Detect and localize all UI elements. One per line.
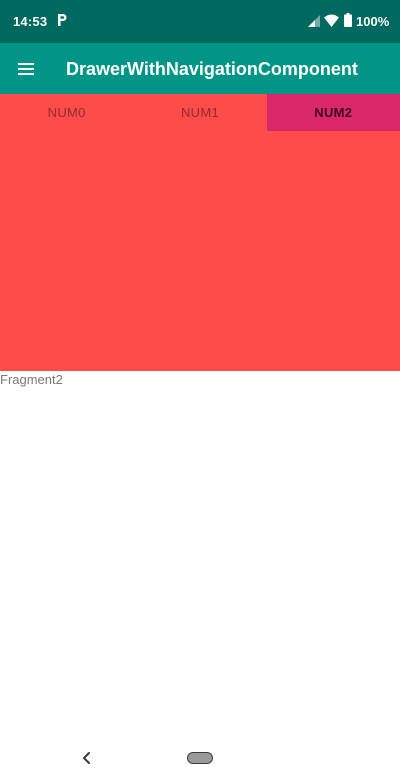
battery-percent: 100%: [356, 14, 390, 29]
tab-row: NUM0 NUM1 NUM2: [0, 94, 400, 131]
wifi-icon: [324, 14, 339, 27]
content-panel: [0, 131, 400, 371]
app-title: DrawerWithNavigationComponent: [66, 59, 358, 79]
home-pill-icon[interactable]: [187, 752, 213, 764]
back-icon[interactable]: [80, 750, 94, 766]
navigation-bar: [0, 740, 400, 780]
parking-icon: [58, 14, 67, 26]
tab-num0[interactable]: NUM0: [0, 94, 133, 131]
signal-icon: [308, 15, 320, 27]
fragment-label: Fragment2: [0, 372, 63, 387]
status-time: 14:53: [13, 14, 48, 29]
battery-icon: [344, 13, 352, 27]
tab-num2[interactable]: NUM2: [266, 94, 400, 131]
hamburger-menu-icon: [18, 63, 34, 75]
status-bar: 14:53 100%: [0, 0, 400, 43]
app-screen: 14:53 100% DrawerWithNavigationComponent: [0, 0, 400, 780]
app-bar: DrawerWithNavigationComponent: [0, 43, 400, 94]
menu-button[interactable]: [12, 55, 40, 83]
tab-num1[interactable]: NUM1: [133, 94, 266, 131]
